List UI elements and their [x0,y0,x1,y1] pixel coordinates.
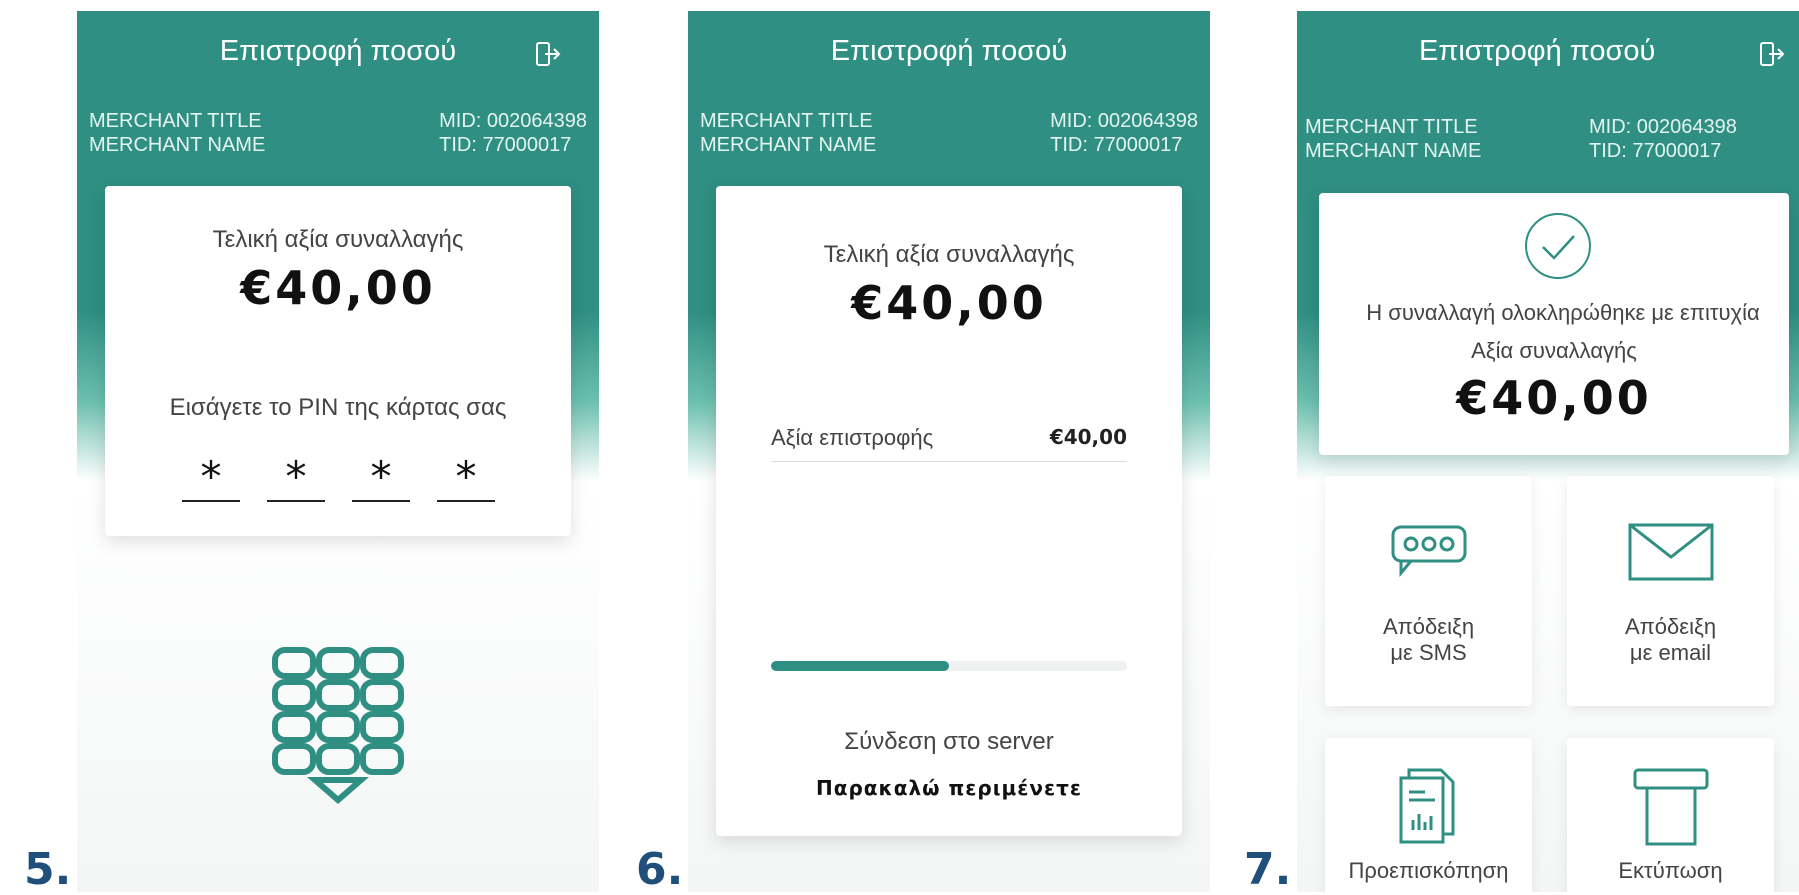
pin-digit[interactable]: * [267,448,325,502]
screen-title: Επιστροφή ποσού [219,35,457,67]
merchant-info: MERCHANT TITLE MERCHANT NAME [1305,115,1481,163]
sms-receipt-button[interactable]: Απόδειξη με SMS [1325,476,1532,706]
app-header: Επιστροφή ποσού [688,11,1210,81]
mid-label: MID: 002064398 [439,110,587,132]
email-receipt-button[interactable]: Απόδειξη με email [1567,476,1774,706]
logout-icon[interactable] [1759,41,1785,67]
email-icon [1628,523,1714,581]
tile-label: Απόδειξη [1382,614,1475,639]
refund-value: €40,00 [1049,425,1127,449]
screen-title: Επιστροφή ποσού [1419,35,1656,67]
success-check-icon [1525,213,1591,279]
screen-5-pin-entry: Επιστροφή ποσού MERCHANT TITLE MERCHANT … [77,11,599,892]
tile-label: με SMS [1390,640,1467,665]
amount-value: €40,00 [240,261,436,315]
step-number-7: 7. [1244,844,1292,895]
success-text: Η συναλλαγή ολοκληρώθηκε με επιτυχία [1366,300,1760,325]
success-card: Η συναλλαγή ολοκληρώθηκε με επιτυχία Αξί… [1319,193,1789,455]
step-number-5: 5. [24,844,72,895]
merchant-name: MERCHANT NAME [1305,140,1482,162]
amount-value: €40,00 [851,276,1047,330]
preview-receipt-button[interactable]: Προεπισκόπηση [1325,738,1532,892]
tile-label: Εκτύπωση [1618,858,1723,883]
screen-title: Επιστροφή ποσού [830,35,1068,67]
progress-bar [771,661,1127,671]
refund-row: Αξία επιστροφής €40,00 [771,421,1127,462]
merchant-info: MERCHANT TITLE MERCHANT NAME [700,109,876,157]
screen-7-success: Επιστροφή ποσού MERCHANT TITLE MERCHANT … [1297,11,1799,892]
step-number-6: 6. [636,844,684,895]
terminal-info: MID: 002064398 TID: 77000017 [1589,115,1737,163]
refund-label: Αξία επιστροφής [771,425,934,450]
terminal-info: MID: 002064398 TID: 77000017 [439,109,587,157]
screen-6-processing: Επιστροφή ποσού MERCHANT TITLE MERCHANT … [688,11,1210,892]
wait-text: Παρακαλώ περιμένετε [815,776,1083,800]
receipt-preview-icon [1399,768,1455,844]
tid-label: TID: 77000017 [439,134,572,156]
amount-value: €40,00 [1456,371,1652,425]
status-text: Σύνδεση στο server [844,728,1054,755]
print-receipt-button[interactable]: Εκτύπωση [1567,738,1774,892]
value-label: Αξία συναλλαγής [1471,338,1637,363]
merchant-title: MERCHANT TITLE [89,110,262,132]
app-header: Επιστροφή ποσού [77,11,599,81]
progress-fill [771,661,949,671]
mid-label: MID: 002064398 [1050,110,1198,132]
tile-label: με email [1629,640,1712,665]
terminal-info: MID: 002064398 TID: 77000017 [1050,109,1198,157]
mid-label: MID: 002064398 [1589,116,1737,138]
processing-card: Τελική αξία συναλλαγής €40,00 Αξία επιστ… [716,186,1182,836]
merchant-title: MERCHANT TITLE [1305,116,1478,138]
pin-digit[interactable]: * [352,448,410,502]
printer-icon [1633,768,1709,846]
pin-digit[interactable]: * [437,448,495,502]
final-value-label: Τελική αξία συναλλαγής [212,226,464,253]
tid-label: TID: 77000017 [1589,140,1722,162]
pin-prompt: Εισάγετε το PIN της κάρτας σας [169,394,507,421]
tile-label: Προεπισκόπηση [1348,858,1509,883]
merchant-name: MERCHANT NAME [89,134,266,156]
pinpad-icon [272,647,404,804]
tid-label: TID: 77000017 [1050,134,1183,156]
tile-label: Απόδειξη [1624,614,1717,639]
merchant-info: MERCHANT TITLE MERCHANT NAME [89,109,265,157]
merchant-title: MERCHANT TITLE [700,110,873,132]
app-header: Επιστροφή ποσού [1297,11,1799,81]
pin-card: Τελική αξία συναλλαγής €40,00 Εισάγετε τ… [105,186,571,536]
pin-digit[interactable]: * [182,448,240,502]
sms-icon [1391,525,1467,578]
final-value-label: Τελική αξία συναλλαγής [823,241,1075,268]
logout-icon[interactable] [535,41,561,67]
merchant-name: MERCHANT NAME [700,134,877,156]
